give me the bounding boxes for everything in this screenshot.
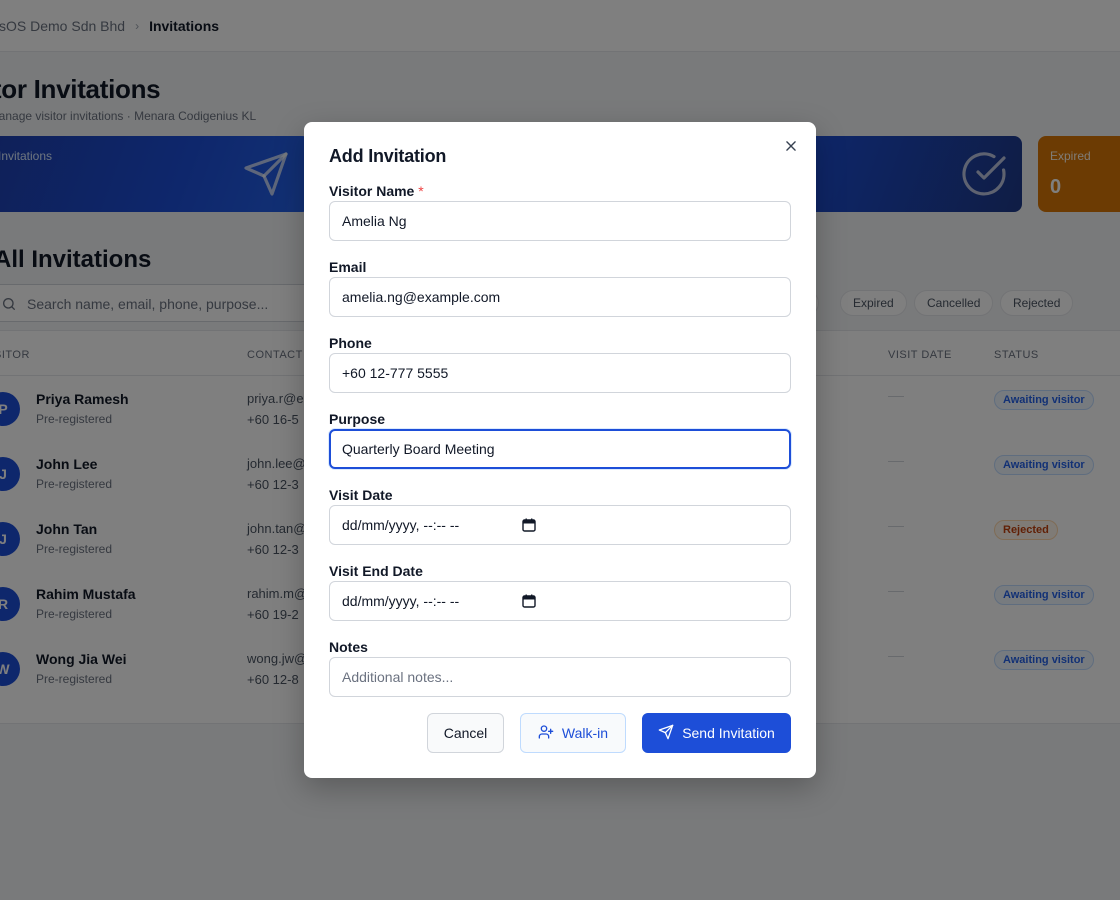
send-invitation-label: Send Invitation — [682, 725, 775, 741]
close-button[interactable] — [780, 137, 802, 159]
cancel-label: Cancel — [443, 725, 488, 741]
visitor-name-input[interactable] — [329, 201, 791, 241]
send-invitation-button[interactable]: Send Invitation — [642, 713, 791, 753]
visit-end-date-label: Visit End Date — [329, 563, 423, 579]
send-icon — [658, 724, 674, 743]
visitor-name-label: Visitor Name * — [329, 183, 424, 199]
walk-in-button[interactable]: Walk-in — [520, 713, 626, 753]
visit-date-input[interactable]: dd/mm/yyyy, --:-- -- — [329, 505, 791, 545]
visit-end-date-value: dd/mm/yyyy, --:-- -- — [342, 593, 460, 609]
visit-date-value: dd/mm/yyyy, --:-- -- — [342, 517, 460, 533]
required-mark: * — [418, 183, 424, 199]
user-plus-icon — [538, 724, 554, 743]
phone-input[interactable] — [329, 353, 791, 393]
dialog-title: Add Invitation — [329, 146, 447, 166]
walk-in-label: Walk-in — [561, 725, 609, 741]
label-text: Visitor Name — [329, 183, 415, 199]
visit-date-label: Visit Date — [329, 487, 393, 503]
notes-label: Notes — [329, 639, 368, 655]
email-input[interactable] — [329, 277, 791, 317]
notes-input[interactable] — [329, 657, 791, 697]
close-icon — [784, 139, 798, 158]
calendar-icon[interactable] — [522, 594, 536, 613]
add-invitation-dialog: Add Invitation Visitor Name * Email Phon… — [304, 122, 816, 778]
phone-label: Phone — [329, 335, 372, 351]
cancel-button[interactable]: Cancel — [427, 713, 504, 753]
calendar-icon[interactable] — [522, 518, 536, 537]
purpose-input[interactable] — [329, 429, 791, 469]
email-label: Email — [329, 259, 367, 275]
visit-end-date-input[interactable]: dd/mm/yyyy, --:-- -- — [329, 581, 791, 621]
purpose-label: Purpose — [329, 411, 386, 427]
